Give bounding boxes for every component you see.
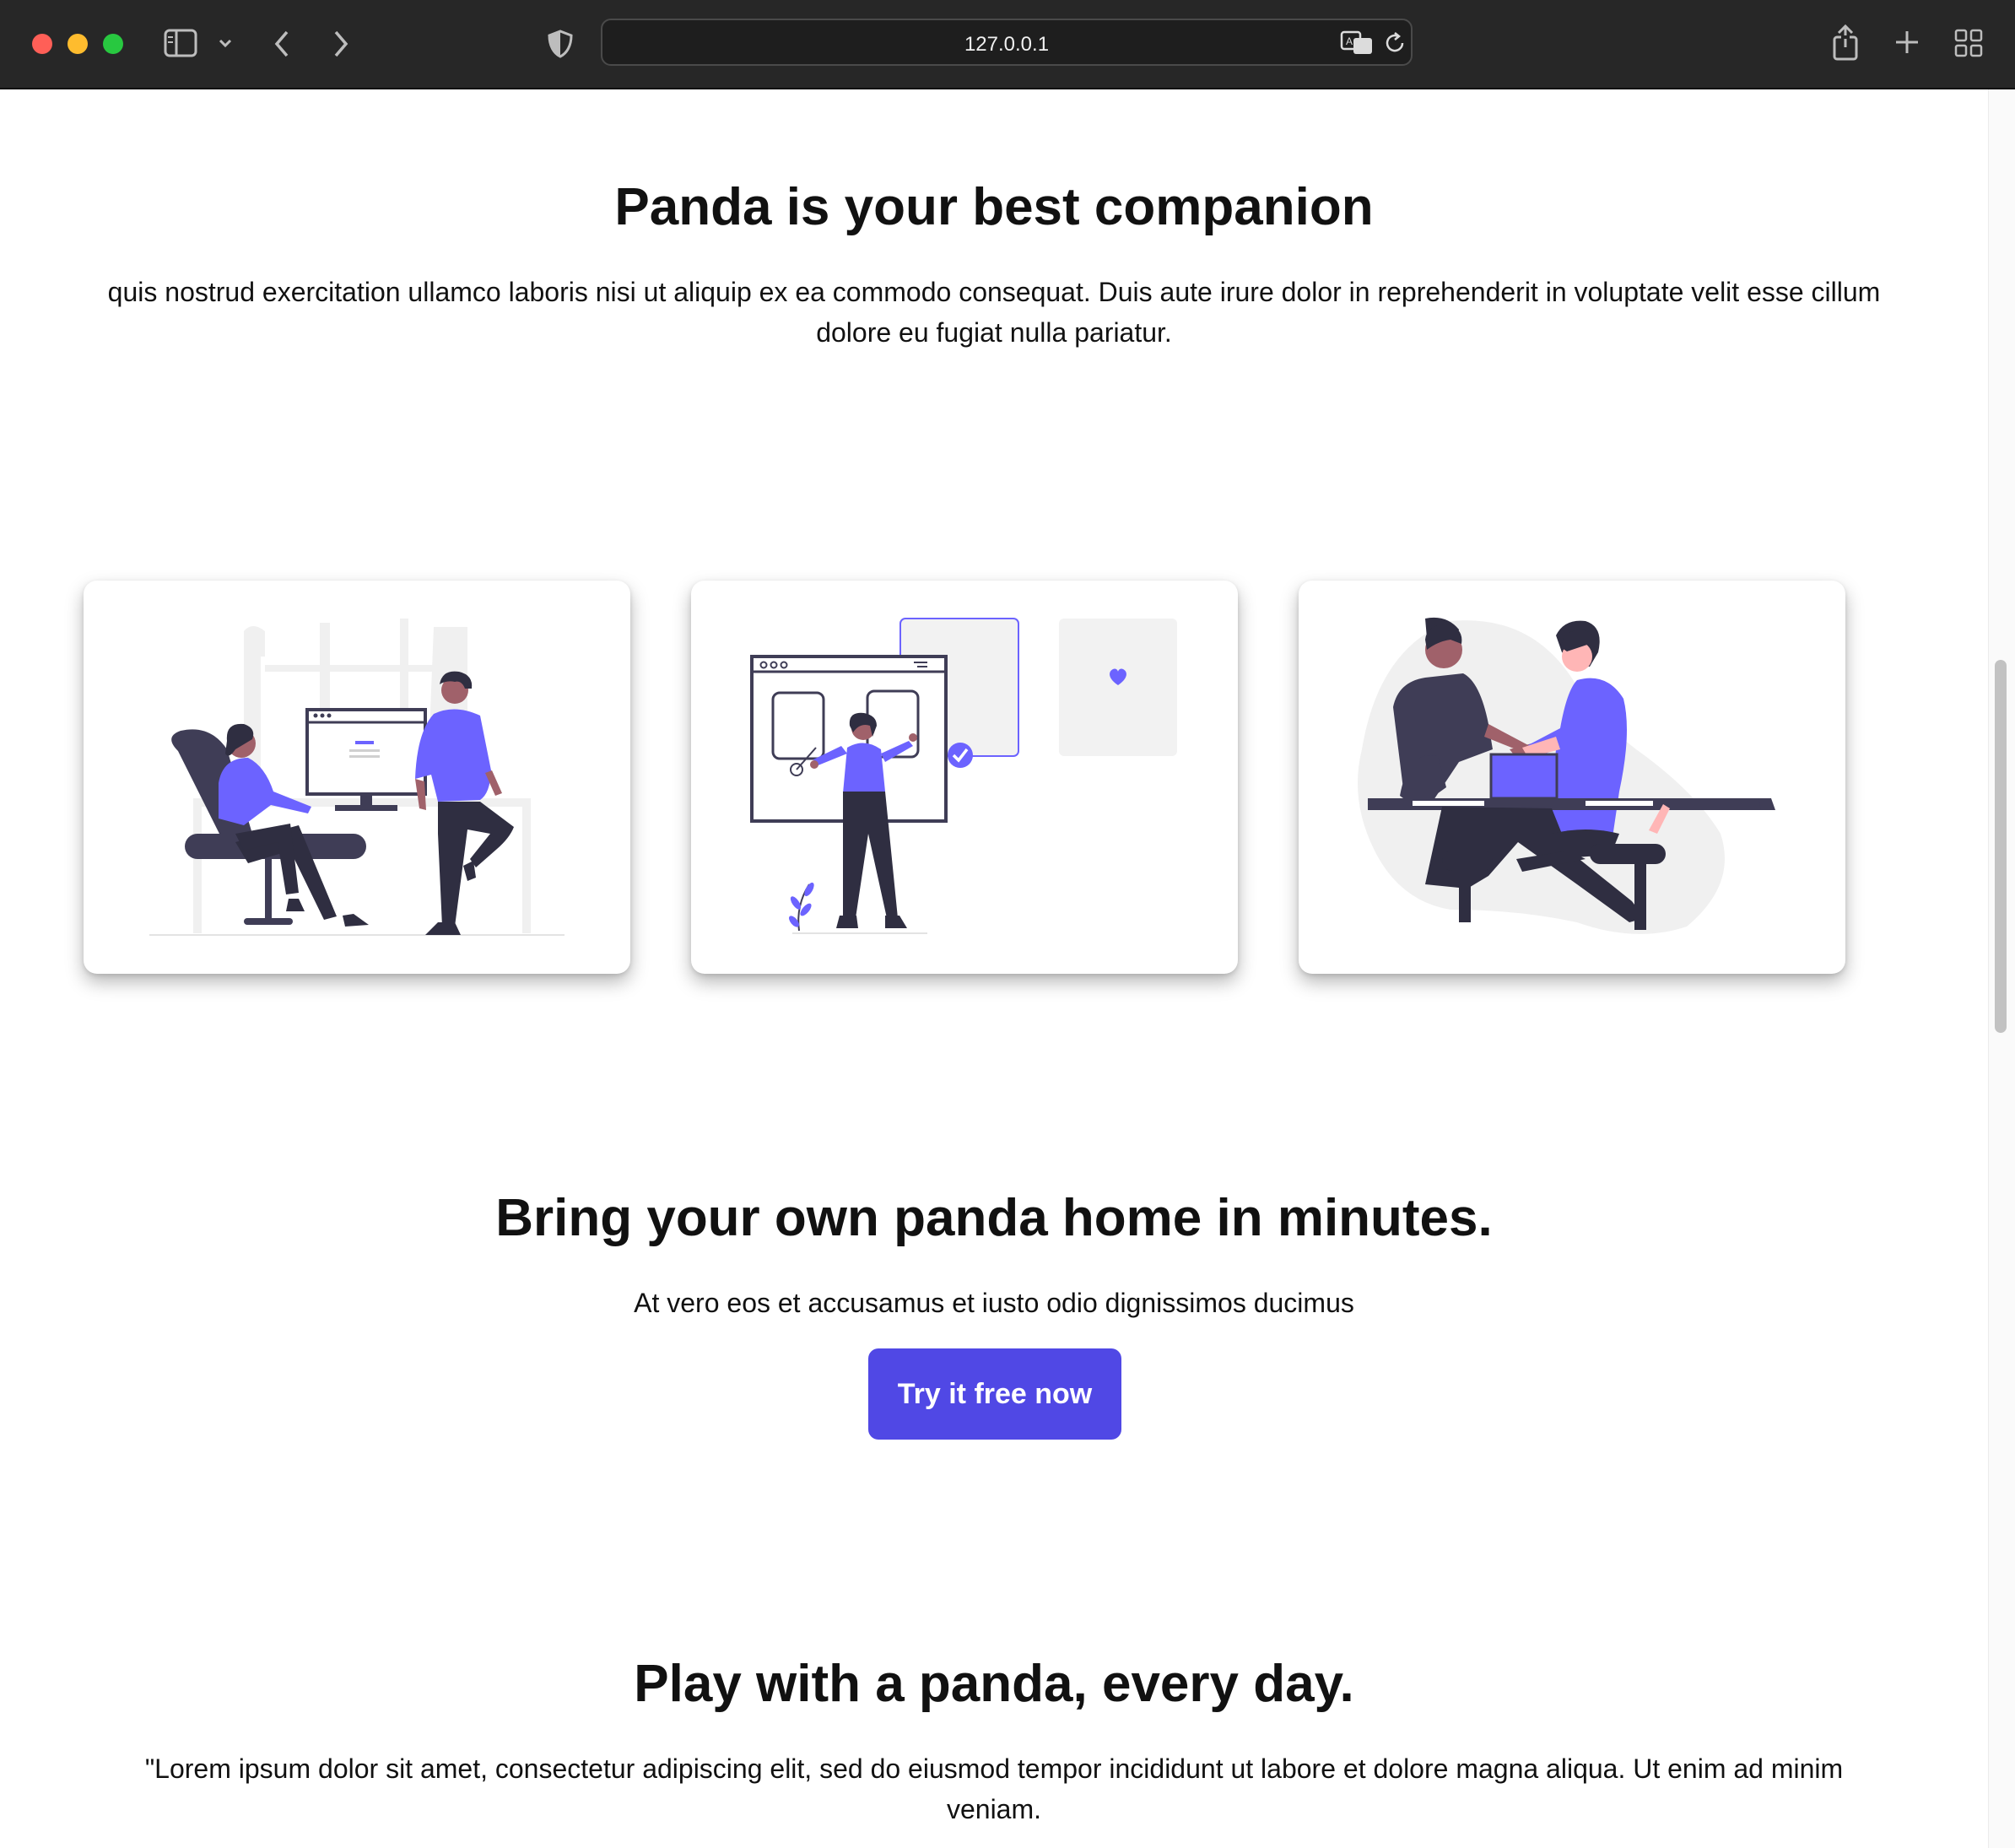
cta-text: At vero eos et accusamus et iusto odio d… xyxy=(634,1288,1354,1318)
people-at-workstation-illustration xyxy=(149,619,565,936)
page-content: Panda is your best companion quis nostru… xyxy=(0,89,1988,1848)
share-icon[interactable] xyxy=(1831,24,1860,61)
svg-text:A: A xyxy=(1346,35,1353,47)
tab-overview-icon[interactable] xyxy=(1954,29,1983,57)
try-free-button[interactable]: Try it free now xyxy=(868,1348,1121,1440)
person-drawing-wireframe-illustration xyxy=(750,618,1177,934)
companion-text: quis nostrud exercitation ullamco labori… xyxy=(107,277,1881,348)
play-text: "Lorem ipsum dolor sit amet, consectetur… xyxy=(144,1753,1844,1824)
address-bar[interactable]: 127.0.0.1 A xyxy=(601,19,1413,66)
scrollbar-thumb[interactable] xyxy=(1995,660,2007,1033)
illustration-card-3 xyxy=(1299,581,1845,974)
new-tab-plus-icon[interactable] xyxy=(1893,29,1920,56)
chevron-down-icon[interactable] xyxy=(218,37,233,49)
cta-heading: Bring your own panda home in minutes. xyxy=(495,1189,1493,1247)
reload-icon[interactable] xyxy=(1382,30,1407,56)
play-heading: Play with a panda, every day. xyxy=(634,1655,1354,1713)
browser-toolbar: 127.0.0.1 A xyxy=(0,0,2015,89)
maximize-window-button[interactable] xyxy=(103,34,123,54)
url-text: 127.0.0.1 xyxy=(964,33,1050,56)
back-arrow-icon[interactable] xyxy=(272,29,292,59)
handshake-meeting-illustration xyxy=(1358,617,1775,934)
companion-heading: Panda is your best companion xyxy=(614,178,1374,236)
illustration-card-2 xyxy=(691,581,1238,974)
close-window-button[interactable] xyxy=(32,34,52,54)
sidebar-toggle-icon[interactable] xyxy=(164,29,197,57)
privacy-shield-icon[interactable] xyxy=(547,29,574,59)
translate-icon[interactable]: A xyxy=(1340,30,1374,56)
minimize-window-button[interactable] xyxy=(68,34,88,54)
illustration-card-1 xyxy=(84,581,630,974)
forward-arrow-icon[interactable] xyxy=(331,29,351,59)
